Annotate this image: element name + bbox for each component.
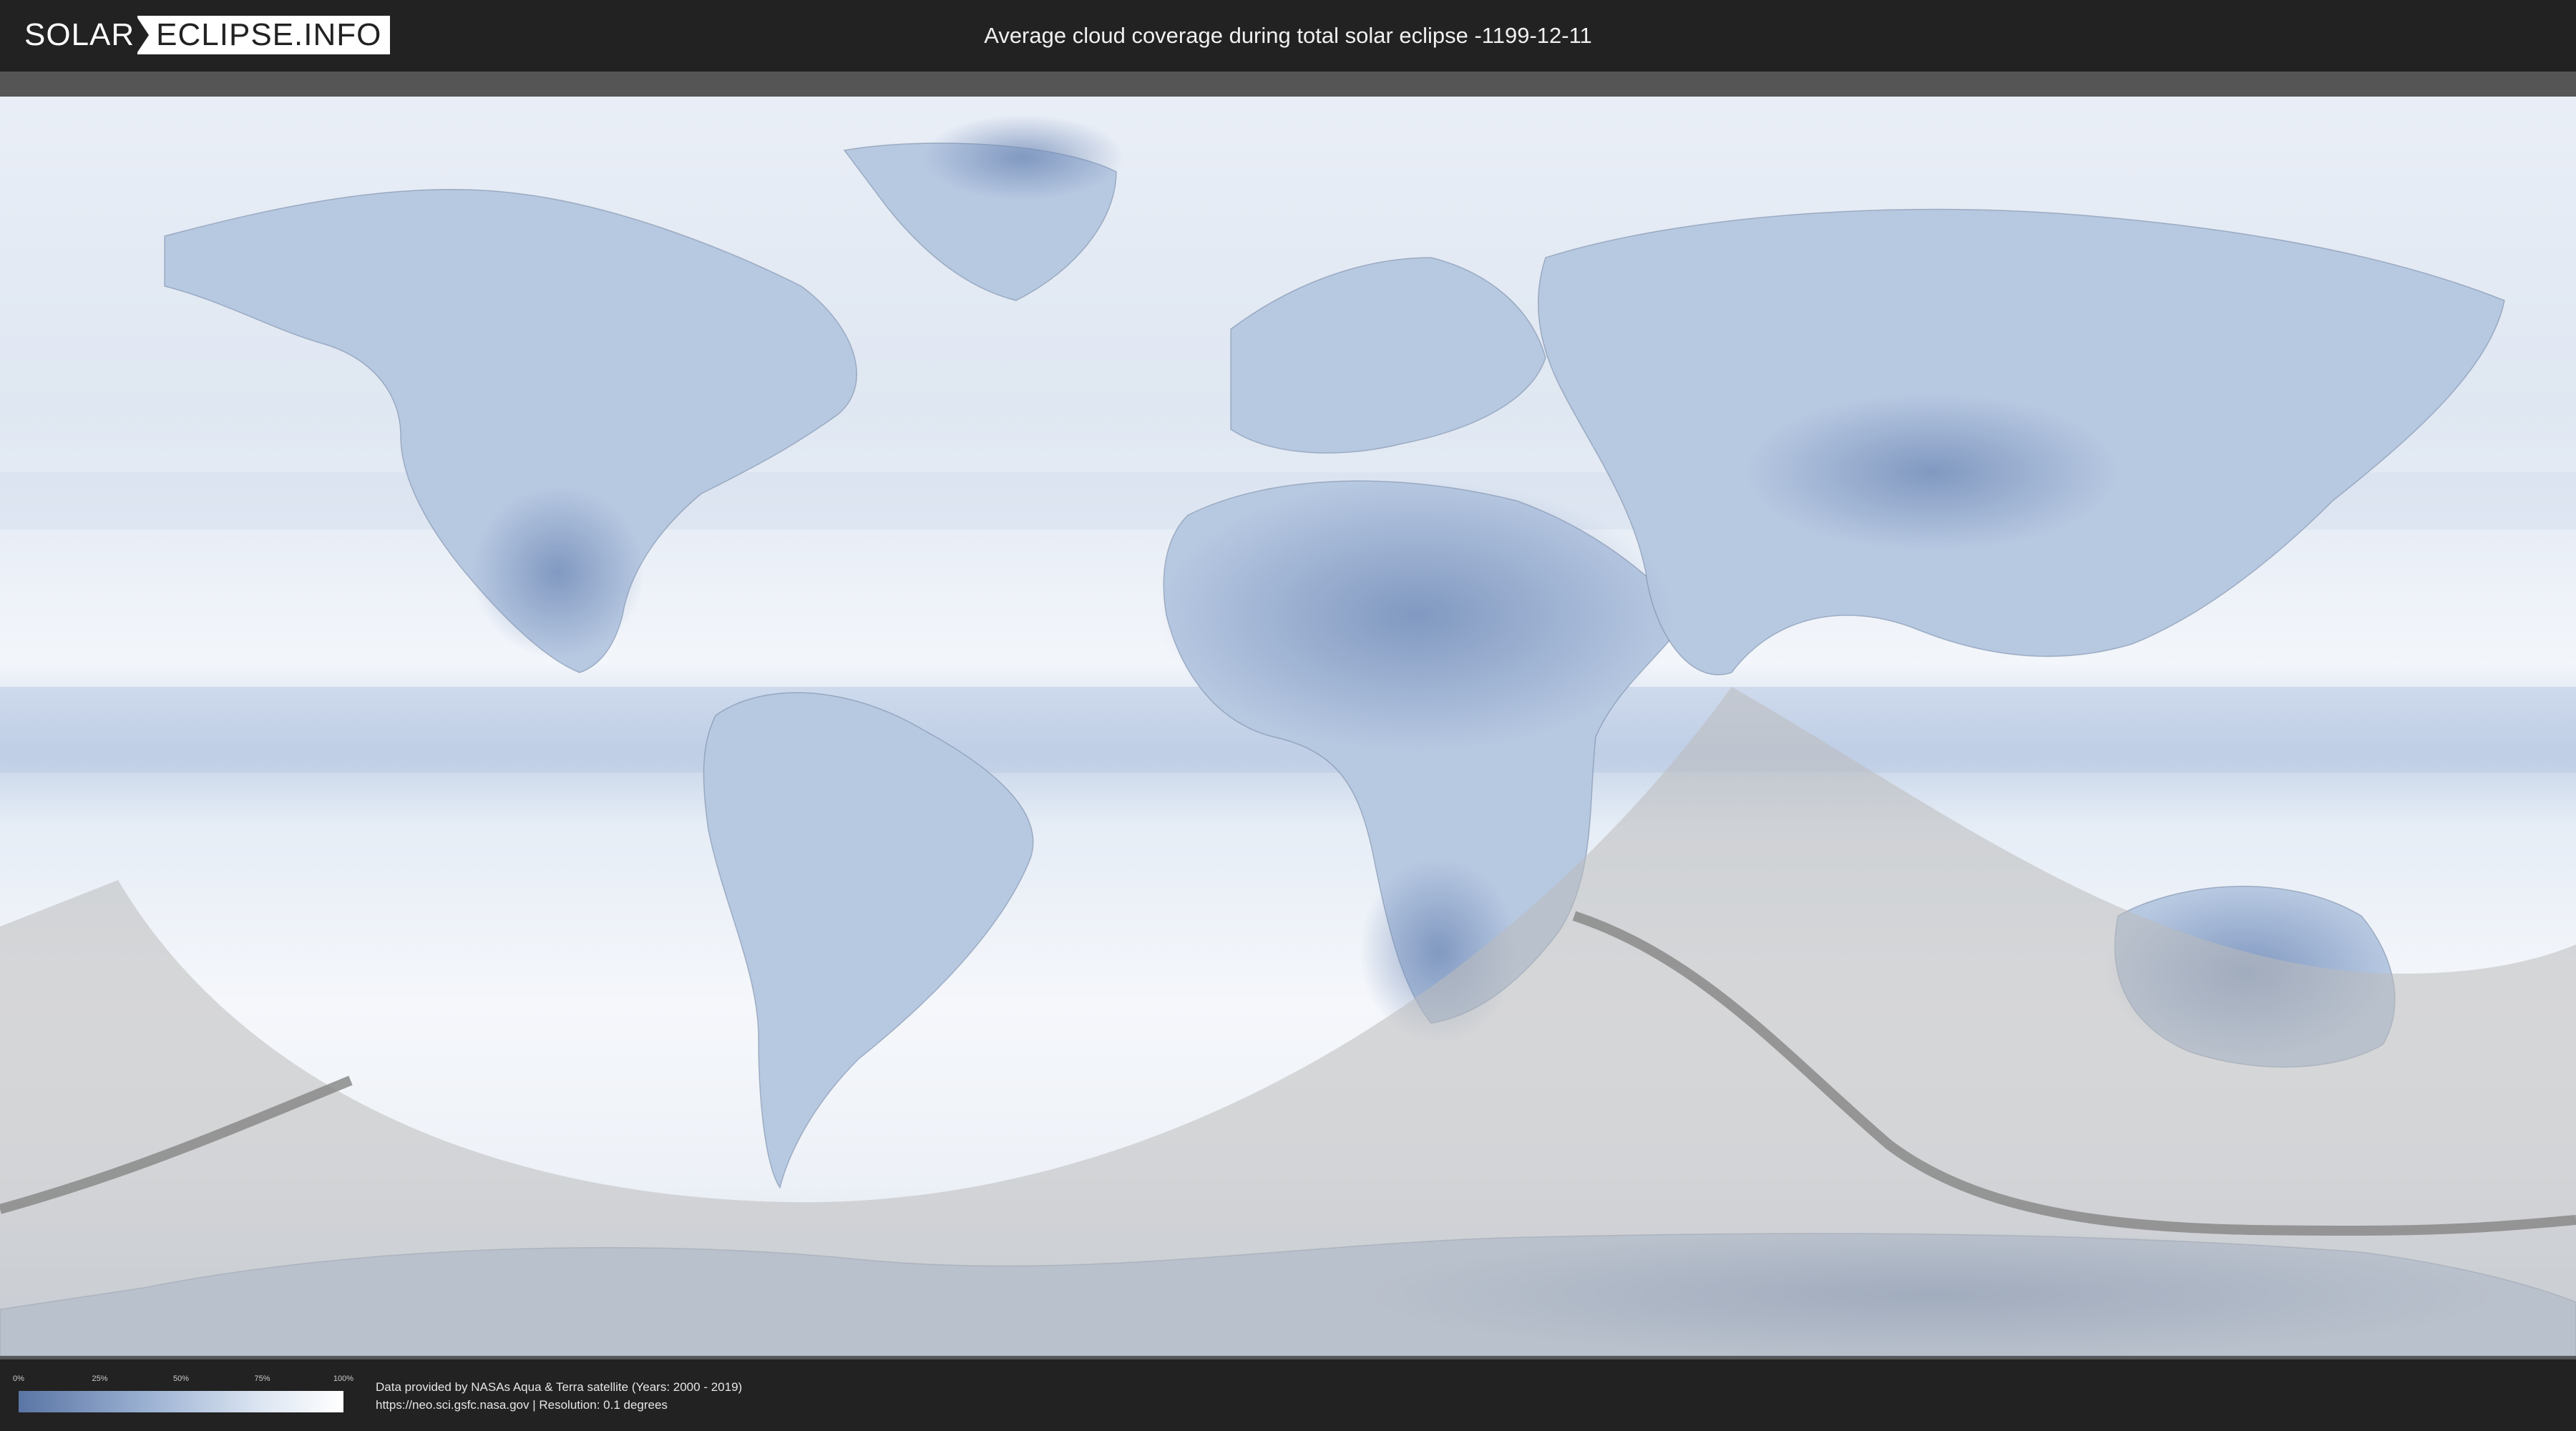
- data-credits: Data provided by NASAs Aqua & Terra sate…: [376, 1378, 742, 1414]
- legend-tick-labels: 0% 25% 50% 75% 100%: [13, 1374, 353, 1389]
- clear-sky-sahara: [1159, 479, 1674, 751]
- clear-sky-greenland: [923, 114, 1123, 200]
- clear-sky-mexico: [472, 487, 644, 658]
- legend-tick: 75%: [254, 1374, 270, 1383]
- world-map-svg: [0, 97, 2576, 1359]
- legend-tick: 100%: [333, 1374, 354, 1383]
- legend-tick: 50%: [172, 1374, 190, 1383]
- credits-line-1: Data provided by NASAs Aqua & Terra sate…: [376, 1380, 743, 1394]
- cloud-coverage-legend-bar: [19, 1391, 343, 1412]
- credits-line-2: https://neo.sci.gsfc.nasa.gov | Resoluti…: [376, 1398, 668, 1412]
- legend-tick: 25%: [92, 1374, 108, 1383]
- legend-tick: 0%: [13, 1374, 24, 1383]
- clear-sky-tibet: [1746, 394, 2118, 551]
- cloud-coverage-map: [0, 72, 2576, 1359]
- page-title: Average cloud coverage during total sola…: [984, 23, 1592, 48]
